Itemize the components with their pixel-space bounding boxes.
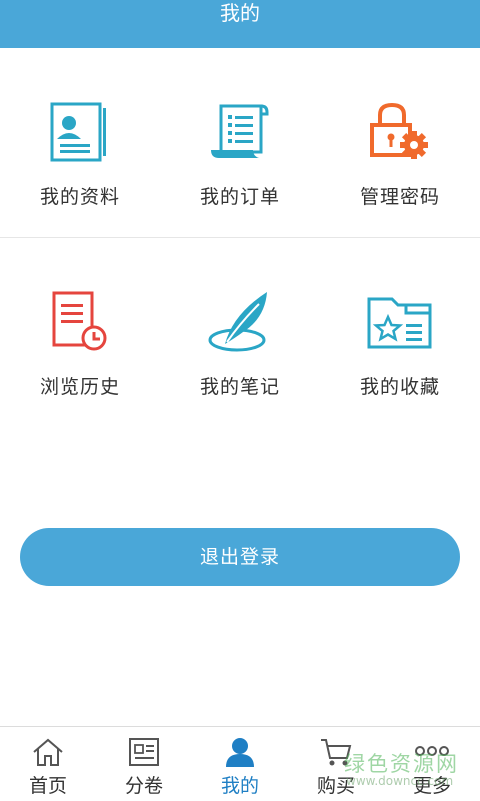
tab-home[interactable]: 首页 [0,727,96,801]
volume-icon [126,735,162,769]
section-divider [0,237,480,238]
menu-item-favorites[interactable]: 我的收藏 [320,286,480,399]
menu-item-profile[interactable]: 我的资料 [0,96,160,209]
tab-label: 购买 [316,775,355,797]
tab-label: 我的 [220,775,259,797]
page-title: 我的 [220,1,260,25]
menu-row-1: 我的资料 我的订单 管理密码 [0,96,480,209]
top-bar: 我的 [0,0,480,48]
menu-item-label: 我的收藏 [359,376,440,398]
tab-label: 首页 [28,775,67,797]
menu-item-label: 浏览历史 [39,376,120,398]
tab-mine[interactable]: 我的 [192,727,288,801]
feather-note-icon [205,286,275,356]
lock-gear-icon [365,96,435,166]
tab-label: 更多 [412,775,451,797]
logout-button[interactable]: 退出登录 [20,528,460,586]
menu-item-history[interactable]: 浏览历史 [0,286,160,399]
order-scroll-icon [205,96,275,166]
user-icon [222,735,258,769]
menu-item-label: 管理密码 [359,186,440,208]
menu-item-orders[interactable]: 我的订单 [160,96,320,209]
tab-volumes[interactable]: 分卷 [96,727,192,801]
favorite-folder-icon [365,286,435,356]
menu-item-label: 我的订单 [199,186,280,208]
menu-row-2: 浏览历史 我的笔记 我的收藏 [0,286,480,399]
tab-label: 分卷 [124,775,163,797]
profile-card-icon [45,96,115,166]
bottom-tab-bar: 首页 分卷 我的 购买 更多 [0,726,480,801]
menu-item-notes[interactable]: 我的笔记 [160,286,320,399]
history-document-icon [45,286,115,356]
home-icon [30,735,66,769]
menu-item-password[interactable]: 管理密码 [320,96,480,209]
tab-buy[interactable]: 购买 [288,727,384,801]
menu-item-label: 我的笔记 [199,376,280,398]
cart-icon [318,735,354,769]
tab-more[interactable]: 更多 [384,727,480,801]
menu-item-label: 我的资料 [39,186,120,208]
more-icon [414,735,450,769]
